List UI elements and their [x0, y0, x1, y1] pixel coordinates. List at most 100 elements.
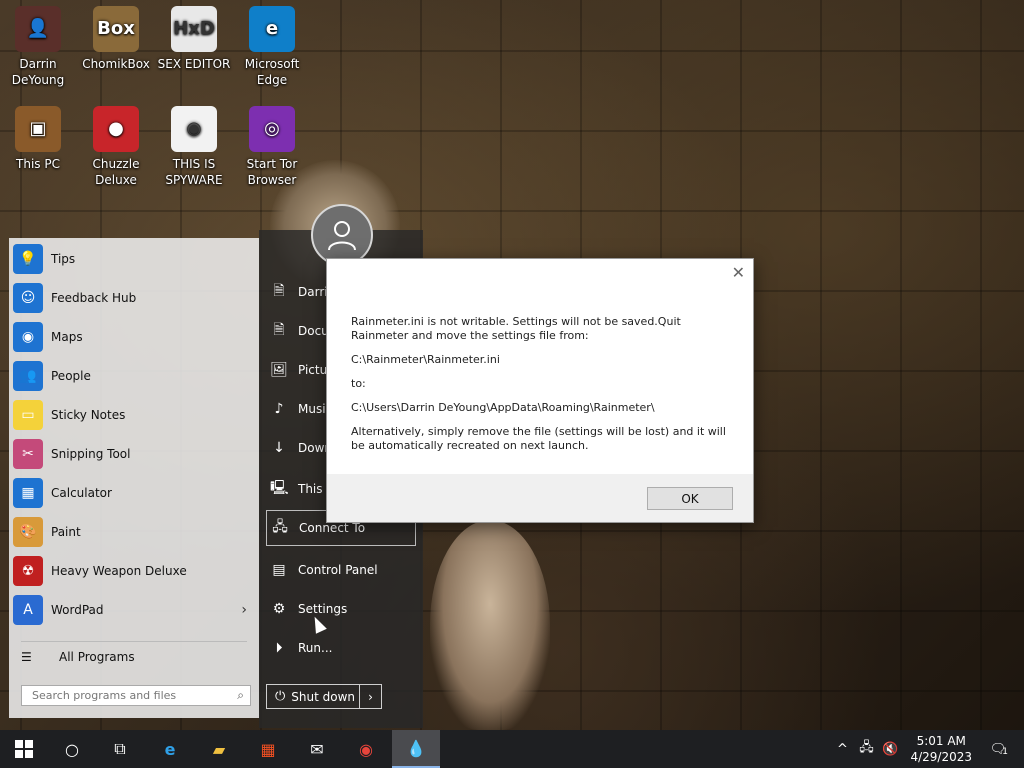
all-programs-button[interactable]: ☰ All Programs — [21, 650, 135, 664]
place-label: Settings — [298, 602, 348, 616]
desktop-icon[interactable]: Box ChomikBox — [78, 0, 154, 72]
program-item[interactable]: ☺ Feedback Hub — [9, 278, 259, 317]
chrome-taskbar-icon[interactable]: ◉ — [342, 730, 390, 768]
desktop-icon-image: e — [249, 6, 295, 52]
program-item[interactable]: ◉ Maps — [9, 317, 259, 356]
shutdown-button[interactable]: ⏻ Shut down › — [266, 684, 382, 709]
desktop-icon-label: Chuzzle Deluxe — [92, 157, 140, 187]
desktop-icon-image: 👤 — [15, 6, 61, 52]
program-item[interactable]: ☢ Heavy Weapon Deluxe — [9, 551, 259, 590]
program-icon: ◉ — [13, 321, 43, 352]
start-menu-programs-pane: 💡 Tips ☺ Feedback Hub ◉ Maps 👥 People ▭ Sticky No… — [9, 238, 259, 718]
desktop-icon[interactable]: ◉ THIS IS SPYWARE — [156, 100, 232, 188]
program-icon: ☺ — [13, 282, 43, 313]
cortana-icon[interactable]: ○ — [48, 730, 96, 768]
mail-icon[interactable]: ✉ — [293, 730, 341, 768]
dialog-message: Rainmeter.ini is not writable. Settings … — [351, 315, 741, 463]
system-tray: ^ 🖧 🔇 5:01 AM 4/29/2023 🗨 1 — [830, 730, 1024, 768]
desktop-icon-label: ChomikBox — [82, 57, 150, 71]
desktop-icon[interactable]: e Microsoft Edge — [234, 0, 310, 88]
clock-time: 5:01 AM — [916, 734, 966, 748]
search-placeholder: Search programs and files — [32, 689, 177, 702]
program-icon: 🎨 — [13, 516, 43, 547]
rainmeter-taskbar-icon[interactable]: 💧 — [392, 730, 440, 768]
desktop-icon[interactable]: ◎ Start Tor Browser — [234, 100, 310, 188]
start-button[interactable] — [0, 730, 48, 768]
user-icon — [328, 221, 356, 251]
program-label: WordPad — [51, 602, 104, 617]
message-line: to: — [351, 377, 366, 390]
program-item[interactable]: 👥 People — [9, 356, 259, 395]
desktop-icon-image: Box — [93, 6, 139, 52]
desktop-icon[interactable]: HxD SEX EDITOR — [156, 0, 232, 72]
task-view-icon[interactable]: ⧉ — [96, 730, 144, 768]
file-explorer-icon[interactable]: ▰ — [195, 730, 243, 768]
search-icon: ⌕ — [237, 688, 244, 702]
search-input[interactable]: Search programs and files ⌕ — [21, 685, 251, 706]
program-label: Paint — [51, 524, 81, 539]
desktop-icon[interactable]: ▣ This PC — [0, 100, 76, 172]
place-item[interactable]: ⚙ Settings — [266, 591, 416, 627]
program-item[interactable]: A WordPad › — [9, 590, 259, 629]
program-icon: ☢ — [13, 555, 43, 586]
edge-taskbar-icon[interactable]: e — [146, 730, 194, 768]
program-item[interactable]: ✂ Snipping Tool — [9, 434, 259, 473]
dialog-footer: OK — [327, 474, 753, 522]
close-icon[interactable]: ✕ — [732, 263, 745, 282]
program-item[interactable]: 💡 Tips — [9, 239, 259, 278]
place-item[interactable]: ▤ Control Panel — [266, 552, 416, 588]
desktop-icon[interactable]: 👤 Darrin DeYoung — [0, 0, 76, 88]
desktop-icon-label: Darrin DeYoung — [11, 57, 65, 87]
message-line: C:\Users\Darrin DeYoung\AppData\Roaming\… — [351, 401, 655, 414]
program-item[interactable]: 🎨 Paint — [9, 512, 259, 551]
program-item[interactable]: ▭ Sticky Notes — [9, 395, 259, 434]
place-label: Run... — [298, 641, 333, 655]
desktop-icon-label: Microsoft Edge — [244, 57, 300, 87]
taskbar: ○ ⧉ e ▰ ▦ ✉ ◉ 💧 ^ 🖧 🔇 5:01 AM 4/29/2023 … — [0, 730, 1024, 768]
program-item[interactable]: ▦ Calculator — [9, 473, 259, 512]
clock-date: 4/29/2023 — [910, 750, 972, 764]
store-icon[interactable]: ▦ — [244, 730, 292, 768]
ok-button[interactable]: OK — [647, 487, 733, 510]
notification-count: 1 — [1002, 746, 1008, 757]
desktop-icon-label: This PC — [16, 157, 60, 171]
rainmeter-dialog: ✕ Rainmeter.ini is not writable. Setting… — [326, 258, 754, 523]
list-icon: ☰ — [21, 650, 32, 664]
network-icon[interactable]: 🖧 — [854, 738, 878, 760]
place-icon: 🗎 — [273, 283, 285, 299]
clock[interactable]: 5:01 AM 4/29/2023 — [910, 733, 972, 765]
place-icon: ♪ — [274, 401, 284, 417]
program-label: Snipping Tool — [51, 446, 131, 461]
place-label: Control Panel — [298, 563, 378, 577]
program-icon: ▭ — [13, 399, 43, 430]
user-avatar[interactable] — [311, 204, 373, 266]
program-label: Feedback Hub — [51, 290, 137, 305]
desktop-icon[interactable]: ● Chuzzle Deluxe — [78, 100, 154, 188]
place-label: Connect To — [299, 521, 366, 535]
desktop-icon-image: ▣ — [15, 106, 61, 152]
program-icon: 💡 — [13, 243, 43, 274]
place-icon: ⏵ — [275, 640, 283, 656]
desktop-icon-image: ◉ — [171, 106, 217, 152]
chevron-right-icon[interactable]: › — [241, 602, 247, 618]
program-icon: ▦ — [13, 477, 43, 508]
place-item[interactable]: ⏵ Run... — [266, 630, 416, 666]
chevron-up-icon[interactable]: ^ — [830, 742, 854, 757]
place-icon: 🖼 — [270, 362, 288, 378]
program-label: Calculator — [51, 485, 112, 500]
desktop-icon-label: Start Tor Browser — [246, 157, 298, 187]
place-icon: 🗎 — [273, 322, 285, 338]
message-line: Rainmeter.ini is not writable. Settings … — [351, 315, 681, 342]
program-icon: ✂ — [13, 438, 43, 469]
power-icon: ⏻ — [275, 689, 286, 704]
volume-muted-icon[interactable]: 🔇 — [878, 742, 902, 757]
desktop-icon-label: SEX EDITOR — [157, 57, 231, 71]
separator — [21, 641, 247, 642]
program-label: Heavy Weapon Deluxe — [51, 563, 187, 578]
wallpaper-hand — [430, 520, 550, 730]
shutdown-options-arrow[interactable]: › — [359, 685, 381, 708]
notification-icon[interactable]: 🗨 1 — [986, 742, 1010, 757]
program-label: Tips — [51, 251, 76, 266]
program-icon: 👥 — [13, 360, 43, 391]
place-icon: ▤ — [272, 562, 286, 578]
